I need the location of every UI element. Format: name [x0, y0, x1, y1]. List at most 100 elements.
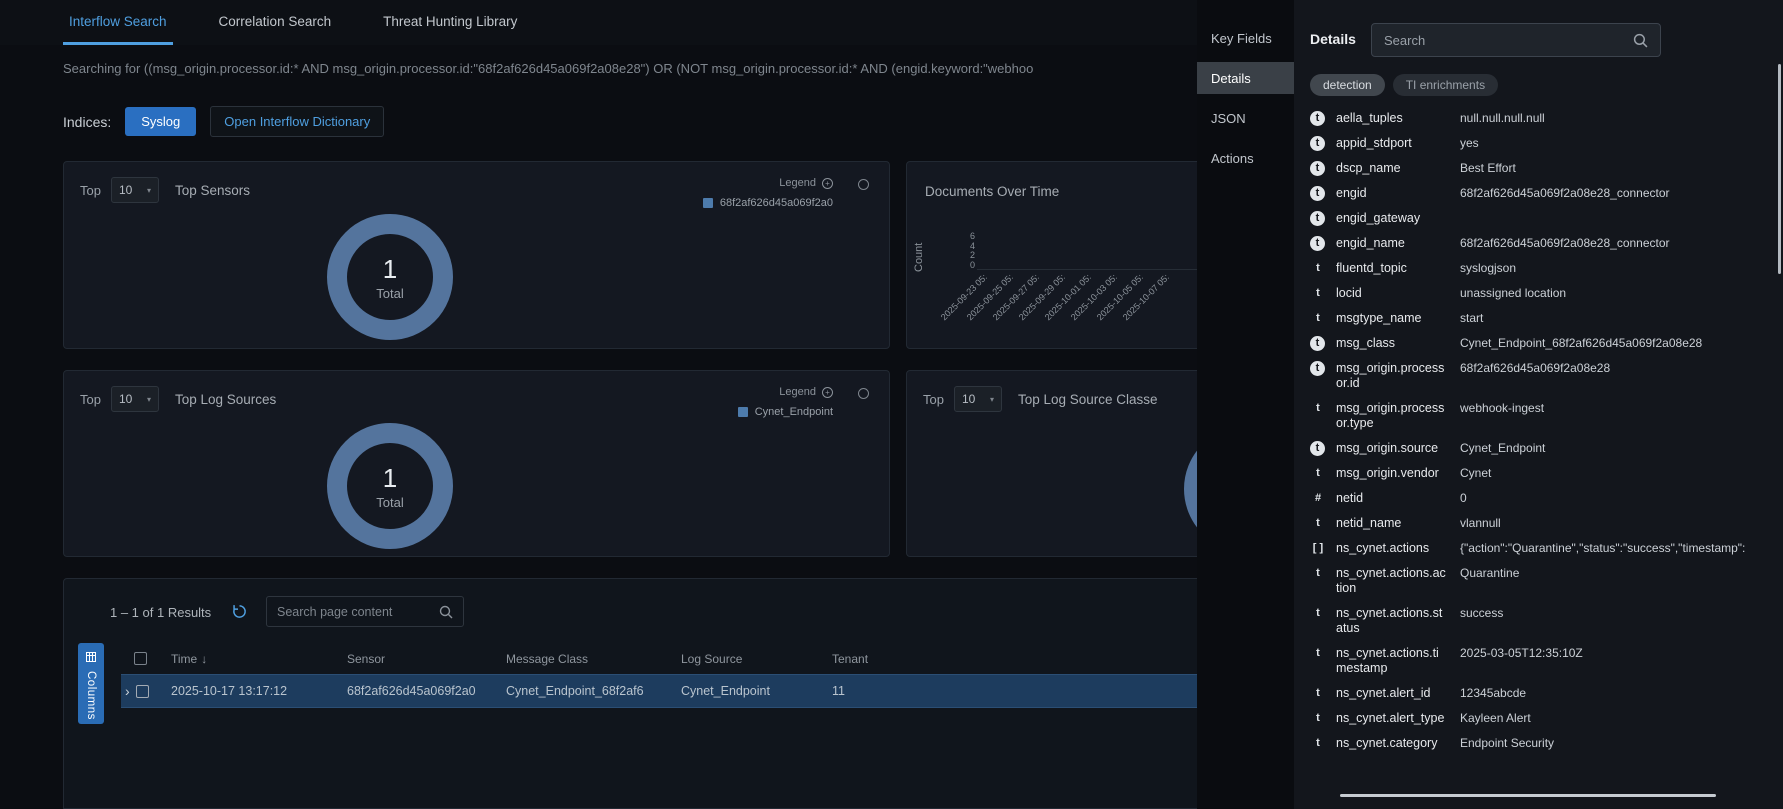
cell-tenant: 11 — [832, 684, 1197, 698]
field-row[interactable]: # netid 0 — [1310, 486, 1777, 511]
charts-grid: Top 10 ▾ Top Sensors Legend + 68f2af626d… — [63, 161, 1197, 557]
field-row[interactable]: t engid_gateway — [1310, 206, 1777, 231]
field-row[interactable]: t ns_cynet.alert_type Kayleen Alert — [1310, 706, 1777, 731]
nav-tab[interactable]: Correlation Search — [213, 0, 338, 45]
field-name: msg_origin.vendor — [1336, 466, 1446, 481]
side-tab[interactable]: JSON — [1197, 102, 1294, 134]
field-value: 12345abcde — [1460, 686, 1777, 701]
syslog-index-button[interactable]: Syslog — [125, 107, 196, 136]
horizontal-scrollbar-thumb[interactable] — [1340, 794, 1716, 797]
field-value: webhook-ingest — [1460, 401, 1777, 416]
columns-button[interactable]: Columns — [78, 643, 104, 724]
top-log-source-classes-donut-chart[interactable] — [1184, 426, 1197, 552]
side-tab[interactable]: Actions — [1197, 142, 1294, 174]
legend-toggle-icon[interactable]: + — [822, 178, 833, 189]
top-count-dropdown[interactable]: 10 ▾ — [954, 386, 1002, 412]
col-header-time[interactable]: Time↓ — [171, 652, 347, 666]
field-name: msgtype_name — [1336, 311, 1446, 326]
col-header-tenant[interactable]: Tenant — [832, 652, 1197, 666]
indices-row: Indices: Syslog Open Interflow Dictionar… — [63, 106, 384, 137]
field-name: ns_cynet.alert_id — [1336, 686, 1446, 701]
nav-tab[interactable]: Interflow Search — [63, 0, 173, 45]
row-expand-icon[interactable]: › — [125, 684, 130, 698]
top-label: Top — [80, 183, 101, 198]
field-row[interactable]: [ ] ns_cynet.actions {"action":"Quaranti… — [1310, 536, 1777, 561]
results-table: Time↓ Sensor Message Class Log Source Te… — [121, 643, 1197, 708]
field-row[interactable]: t msg_origin.source Cynet_Endpoint — [1310, 436, 1777, 461]
field-row[interactable]: t msg_origin.processor.type webhook-inge… — [1310, 396, 1777, 436]
open-interflow-dictionary-button[interactable]: Open Interflow Dictionary — [210, 106, 384, 137]
field-type-icon: t — [1310, 466, 1326, 481]
filter-tag[interactable]: detection — [1310, 74, 1385, 96]
side-tab[interactable]: Key Fields — [1197, 22, 1294, 54]
top-count-dropdown[interactable]: 10 ▾ — [111, 386, 159, 412]
field-row[interactable]: t engid 68f2af626d45a069f2a08e28_connect… — [1310, 181, 1777, 206]
field-row[interactable]: t ns_cynet.alert_id 12345abcde — [1310, 681, 1777, 706]
legend-toggle-icon[interactable]: + — [822, 387, 833, 398]
details-search-input[interactable] — [1372, 33, 1633, 48]
columns-button-label: Columns — [85, 671, 97, 720]
legend-header: Legend + — [703, 177, 833, 189]
legend-label: Legend — [779, 177, 816, 189]
field-name: ns_cynet.alert_type — [1336, 711, 1446, 726]
field-value: 2025-03-05T12:35:10Z — [1460, 646, 1777, 661]
field-row[interactable]: t aella_tuples null.null.null.null — [1310, 106, 1777, 131]
page-search-input[interactable] — [267, 605, 439, 619]
field-row[interactable]: t fluentd_topic syslogjson — [1310, 256, 1777, 281]
result-row[interactable]: › 2025-10-17 13:17:12 68f2af626d45a069f2… — [121, 674, 1197, 708]
refresh-icon[interactable] — [232, 604, 247, 624]
field-name: netid — [1336, 491, 1446, 506]
details-panel-title: Details — [1310, 31, 1356, 47]
panel-options-icon[interactable] — [858, 388, 869, 399]
field-row[interactable]: t dscp_name Best Effort — [1310, 156, 1777, 181]
field-row[interactable]: t engid_name 68f2af626d45a069f2a08e28_co… — [1310, 231, 1777, 256]
field-row[interactable]: t msg_class Cynet_Endpoint_68f2af626d45a… — [1310, 331, 1777, 356]
top-log-source-classes-panel: Top 10 ▾ Top Log Source Classe — [906, 370, 1197, 557]
legend-label: Legend — [779, 386, 816, 398]
legend-item[interactable]: 68f2af626d45a069f2a0 — [703, 197, 833, 209]
field-name: ns_cynet.actions.status — [1336, 606, 1446, 636]
top-log-sources-donut-chart[interactable]: 1 Total — [327, 423, 453, 549]
top-sensors-donut-chart[interactable]: 1 Total — [327, 214, 453, 340]
field-type-icon: t — [1310, 261, 1326, 276]
field-value: success — [1460, 606, 1777, 621]
field-row[interactable]: t ns_cynet.actions.status success — [1310, 601, 1777, 641]
field-row[interactable]: t appid_stdport yes — [1310, 131, 1777, 156]
details-panel: Details detection TI enrichments t aella… — [1294, 0, 1783, 809]
vertical-scrollbar-thumb[interactable] — [1778, 64, 1781, 274]
top-label: Top — [923, 392, 944, 407]
panel-options-icon[interactable] — [858, 179, 869, 190]
col-header-sensor[interactable]: Sensor — [347, 652, 506, 666]
field-row[interactable]: t ns_cynet.actions.action Quarantine — [1310, 561, 1777, 601]
field-row[interactable]: t ns_cynet.category Endpoint Security — [1310, 731, 1777, 756]
field-type-icon: t — [1310, 606, 1326, 621]
filter-tag[interactable]: TI enrichments — [1393, 74, 1498, 96]
field-value: start — [1460, 311, 1777, 326]
documents-over-time-panel: Documents Over Time Count 6420 2025-09-2… — [906, 161, 1197, 349]
field-type-icon: t — [1310, 516, 1326, 531]
col-header-time-label: Time — [171, 652, 197, 666]
field-row[interactable]: t locid unassigned location — [1310, 281, 1777, 306]
side-tab[interactable]: Details — [1197, 62, 1294, 94]
field-value: 0 — [1460, 491, 1777, 506]
field-row[interactable]: t netid_name vlannull — [1310, 511, 1777, 536]
field-value: syslogjson — [1460, 261, 1777, 276]
col-header-log-source[interactable]: Log Source — [681, 652, 832, 666]
panel-title: Top Sensors — [175, 183, 250, 198]
app-root: Interflow Search Correlation Search Thre… — [0, 0, 1783, 809]
row-checkbox[interactable] — [136, 685, 149, 698]
nav-tab[interactable]: Threat Hunting Library — [377, 0, 523, 45]
legend-item[interactable]: Cynet_Endpoint — [738, 406, 833, 418]
field-row[interactable]: t msg_origin.vendor Cynet — [1310, 461, 1777, 486]
field-row[interactable]: t ns_cynet.actions.timestamp 2025-03-05T… — [1310, 641, 1777, 681]
field-row[interactable]: t msgtype_name start — [1310, 306, 1777, 331]
y-tick-label: 0 — [951, 261, 975, 271]
field-row[interactable]: t msg_origin.processor.id 68f2af626d45a0… — [1310, 356, 1777, 396]
field-value: Quarantine — [1460, 566, 1777, 581]
select-all-checkbox[interactable] — [134, 652, 147, 665]
field-type-icon: t — [1310, 686, 1326, 701]
header-checkbox-cell — [121, 652, 171, 665]
col-header-message-class[interactable]: Message Class — [506, 652, 681, 666]
main-area: Interflow Search Correlation Search Thre… — [0, 0, 1197, 809]
top-count-dropdown[interactable]: 10 ▾ — [111, 177, 159, 203]
